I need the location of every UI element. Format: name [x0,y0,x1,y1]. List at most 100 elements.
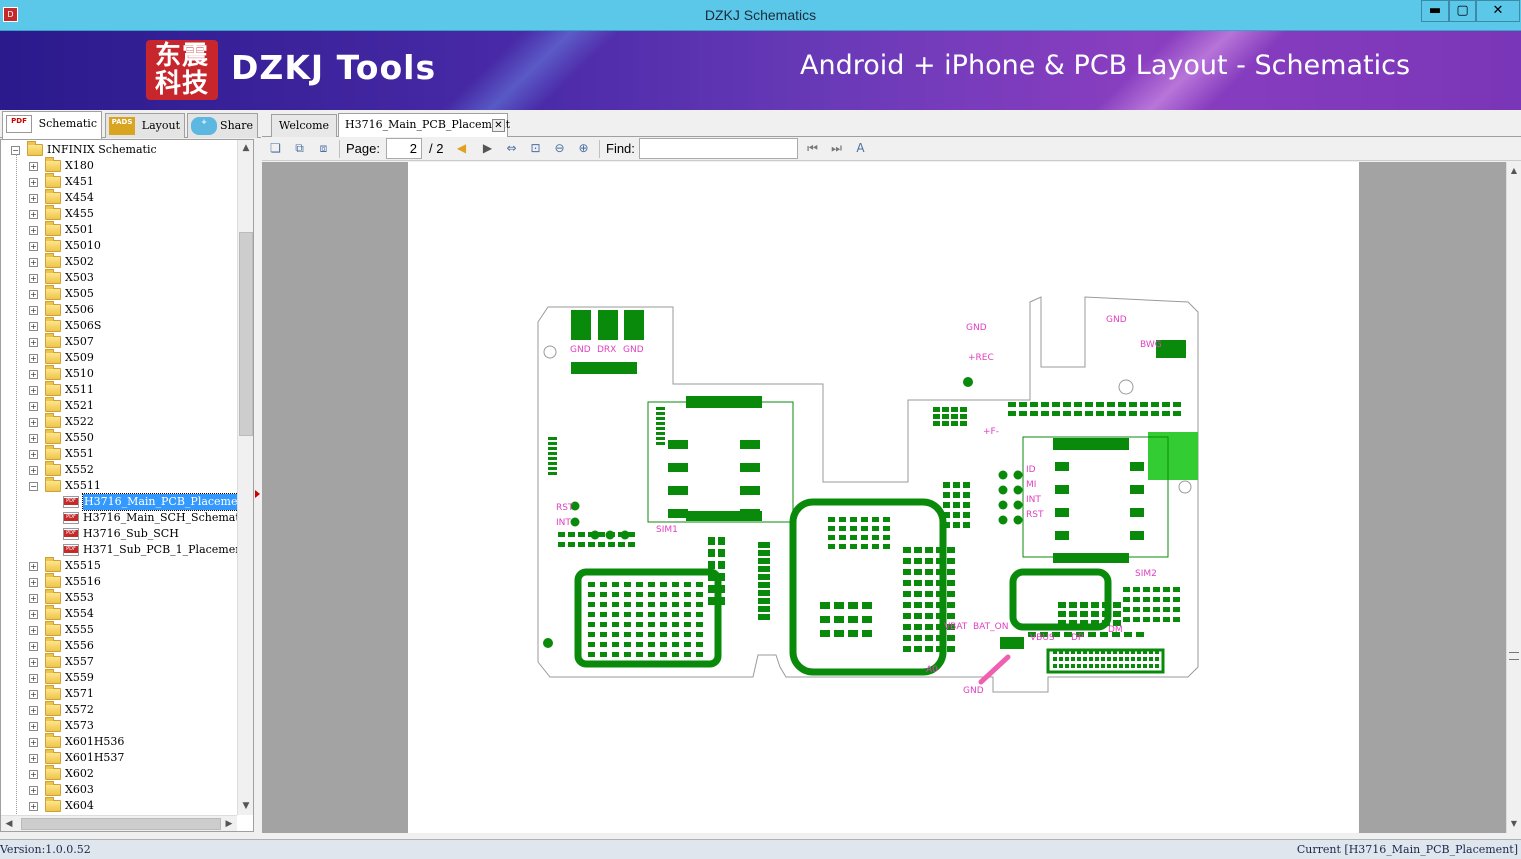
expand-icon[interactable]: + [29,258,38,267]
scroll-right-icon[interactable]: ▶ [221,816,237,831]
expand-icon[interactable]: + [29,194,38,203]
tab-welcome[interactable]: Welcome [271,114,337,137]
tree-folder[interactable]: + X510 [1,365,237,382]
close-tab-icon[interactable]: ✕ [492,119,505,132]
tree-folder[interactable]: + X451 [1,173,237,190]
tree-folder[interactable]: + X506 [1,301,237,318]
tree-folder[interactable]: − X5511 [1,477,237,494]
expand-icon[interactable]: + [29,674,38,683]
expand-icon[interactable]: + [29,386,38,395]
fit-width-icon[interactable]: ⇔ [503,140,520,157]
expand-icon[interactable]: + [29,274,38,283]
find-next-icon[interactable]: ⏭ [828,140,845,157]
tree-folder[interactable]: + X601H537 [1,749,237,766]
find-previous-icon[interactable]: ⏮ [804,140,821,157]
expand-icon[interactable]: + [29,290,38,299]
tree-folder[interactable]: + X552 [1,461,237,478]
expand-icon[interactable]: + [29,754,38,763]
expand-icon[interactable]: + [29,306,38,315]
expand-icon[interactable]: + [29,210,38,219]
expand-icon[interactable]: + [29,370,38,379]
expand-icon[interactable]: + [29,178,38,187]
tree-folder[interactable]: + X601H536 [1,733,237,750]
tree-folder[interactable]: + X505 [1,285,237,302]
tree-folder[interactable]: + X573 [1,717,237,734]
viewer-vertical-scrollbar[interactable]: ▲ ▼ [1506,162,1521,833]
expand-icon[interactable]: + [29,706,38,715]
tree-file[interactable]: H3716_Main_SCH_Schematics [1,510,237,526]
expand-icon[interactable]: + [29,466,38,475]
expand-icon[interactable]: + [29,322,38,331]
tab-schematic[interactable]: PDF Schematic [2,111,102,139]
tree-folder[interactable]: + X5516 [1,573,237,590]
document-viewer[interactable]: GND DRX GND GND +REC GND BWG RST INT SIM1 SIM2 VBAT… [262,162,1506,833]
expand-icon[interactable]: + [29,802,38,811]
tree-folder[interactable]: + X180 [1,157,237,174]
expand-icon[interactable]: + [29,658,38,667]
tree-file[interactable]: H3716_Main_PCB_Placement [1,493,237,511]
tree-folder[interactable]: + X603 [1,781,237,798]
expand-icon[interactable]: + [29,610,38,619]
tree-folder[interactable]: + X454 [1,189,237,206]
fit-page-icon[interactable]: ⊡ [527,140,544,157]
zoom-out-icon[interactable]: ⊖ [551,140,568,157]
next-page-icon[interactable]: ▶ [479,140,496,157]
maximize-button[interactable]: ▢ [1449,0,1476,22]
page-number-input[interactable]: 2 [386,138,422,159]
zoom-in-icon[interactable]: ⊕ [575,140,592,157]
two-page-icon[interactable]: ⧉ [291,140,308,157]
expand-icon[interactable]: + [29,354,38,363]
tab-layout[interactable]: PADS Layout [105,113,185,138]
tree-folder[interactable]: + X506S [1,317,237,334]
previous-page-icon[interactable]: ◀ [453,140,470,157]
expand-icon[interactable]: + [29,338,38,347]
continuous-page-icon[interactable]: ⧈ [315,140,332,157]
tree-folder[interactable]: + X559 [1,669,237,686]
tree-folder[interactable]: + X553 [1,589,237,606]
expand-icon[interactable]: + [29,162,38,171]
tree-folder[interactable]: + X571 [1,685,237,702]
tree-folder[interactable]: + X555 [1,621,237,638]
tree-folder[interactable]: + X501 [1,221,237,238]
tree-folder[interactable]: + X511 [1,381,237,398]
tab-share[interactable]: + Share [187,113,258,138]
expand-icon[interactable]: + [29,626,38,635]
scroll-left-icon[interactable]: ◀ [1,816,17,831]
tree-file[interactable]: H3716_Sub_SCH [1,526,237,542]
find-options-icon[interactable]: A [852,140,869,157]
tree-root[interactable]: − INFINIX Schematic [1,141,237,158]
expand-icon[interactable]: + [29,786,38,795]
expand-icon[interactable]: + [29,226,38,235]
collapse-icon[interactable]: − [29,482,38,491]
single-page-icon[interactable]: ❏ [267,140,284,157]
expand-icon[interactable]: + [29,722,38,731]
expand-icon[interactable]: + [29,418,38,427]
expand-icon[interactable]: + [29,578,38,587]
tree-folder[interactable]: + X550 [1,429,237,446]
tree-folder[interactable]: + X522 [1,413,237,430]
tree-folder[interactable]: + X602 [1,765,237,782]
expand-icon[interactable]: + [29,402,38,411]
scroll-down-icon[interactable]: ▼ [238,798,253,815]
scroll-up-icon[interactable]: ▲ [238,140,253,157]
expand-icon[interactable]: + [29,434,38,443]
tree-folder[interactable]: + X554 [1,605,237,622]
tree-folder[interactable]: + X556 [1,637,237,654]
expand-icon[interactable]: + [29,594,38,603]
tab-document[interactable]: H3716_Main_PCB_Placement ✕ [338,113,510,138]
tree-folder[interactable]: + X455 [1,205,237,222]
scroll-down-icon[interactable]: ▼ [1507,817,1521,831]
expand-icon[interactable]: + [29,738,38,747]
expand-icon[interactable]: + [29,242,38,251]
scroll-up-icon[interactable]: ▲ [1507,164,1521,178]
tree-folder[interactable]: + X503 [1,269,237,286]
tree-folder[interactable]: + X604 [1,797,237,814]
expand-icon[interactable]: + [29,770,38,779]
expand-icon[interactable]: + [29,642,38,651]
expand-icon[interactable]: + [29,690,38,699]
tree-horizontal-scrollbar[interactable]: ◀ ▶ [1,815,237,831]
tree-folder[interactable]: + X521 [1,397,237,414]
tree-folder[interactable]: + X507 [1,333,237,350]
minimize-button[interactable]: ▬ [1421,0,1449,22]
scroll-thumb[interactable] [239,232,253,436]
